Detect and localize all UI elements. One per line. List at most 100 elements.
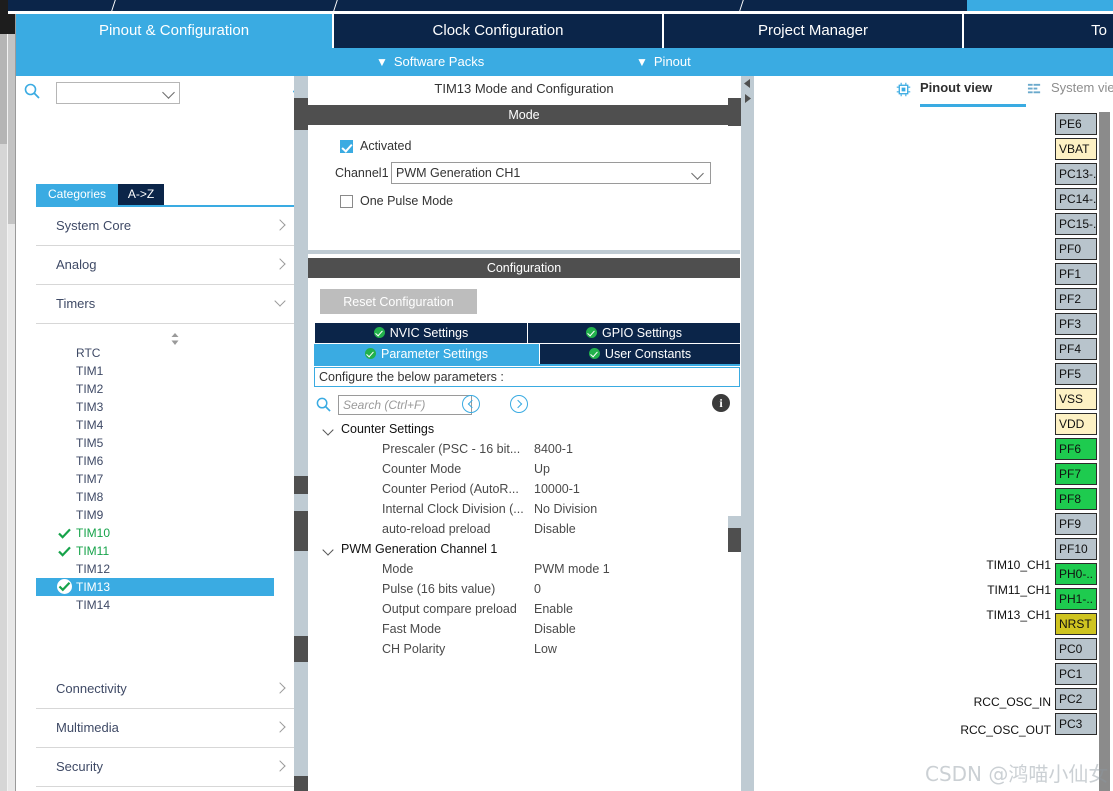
pin-pe6[interactable]: PE6 — [1055, 113, 1097, 135]
sidebar-splitter[interactable] — [294, 76, 308, 791]
sidebar-item-multimedia[interactable]: Multimedia — [36, 709, 294, 748]
parameter-search-input[interactable]: Search (Ctrl+F) — [338, 395, 472, 415]
channel1-label: Channel1 — [335, 166, 389, 180]
sidebar-item-connectivity[interactable]: Connectivity — [36, 670, 294, 709]
previous-match-button[interactable] — [462, 395, 480, 413]
pin-vss[interactable]: VSS — [1055, 388, 1097, 410]
list-item-tim5[interactable]: TIM5 — [36, 434, 294, 452]
table-row[interactable]: Prescaler (PSC - 16 bit... 8400-1 — [314, 440, 740, 460]
tab-pinout-view[interactable]: Pinout view — [896, 80, 1026, 107]
configuration-section-header: Configuration — [308, 258, 740, 278]
pin-pf3[interactable]: PF3 — [1055, 313, 1097, 335]
pin-pc0[interactable]: PC0 — [1055, 638, 1097, 660]
list-item-tim8[interactable]: TIM8 — [36, 488, 294, 506]
param-group-pwm-generation-channel-1[interactable]: PWM Generation Channel 1 — [314, 540, 740, 560]
next-match-button[interactable] — [510, 395, 528, 413]
tab-label: User Constants — [604, 347, 692, 361]
pin-pf8[interactable]: PF8 — [1055, 488, 1097, 510]
pin-pc3[interactable]: PC3 — [1055, 713, 1097, 735]
list-item-tim10[interactable]: TIM10 — [36, 524, 294, 542]
pin-pf0[interactable]: PF0 — [1055, 238, 1097, 260]
pin-pc2[interactable]: PC2 — [1055, 688, 1097, 710]
pin-pc15[interactable]: PC15-.. — [1055, 213, 1097, 235]
sidebar-item-security[interactable]: Security — [36, 748, 294, 787]
pin-vdd[interactable]: VDD — [1055, 413, 1097, 435]
pin-pf1[interactable]: PF1 — [1055, 263, 1097, 285]
table-row[interactable]: Counter Period (AutoR... 10000-1 — [314, 480, 740, 500]
timer-label: TIM1 — [76, 364, 104, 378]
list-item-tim9[interactable]: TIM9 — [36, 506, 294, 524]
tab-gpio-settings[interactable]: GPIO Settings — [527, 323, 740, 343]
search-input[interactable] — [56, 82, 180, 104]
parameter-search-row: Search (Ctrl+F) i — [314, 392, 740, 420]
table-row[interactable]: Pulse (16 bits value) 0 — [314, 580, 740, 600]
list-item-rtc[interactable]: RTC — [36, 344, 294, 362]
sidebar-tab-a-to-z[interactable]: A->Z — [118, 184, 164, 205]
tab-project-manager[interactable]: Project Manager — [662, 14, 962, 48]
center-splitter[interactable] — [728, 76, 754, 791]
list-item-tim2[interactable]: TIM2 — [36, 380, 294, 398]
pin-vbat[interactable]: VBAT — [1055, 138, 1097, 160]
timer-label: TIM7 — [76, 472, 104, 486]
pin-pc1[interactable]: PC1 — [1055, 663, 1097, 685]
param-group-counter-settings[interactable]: Counter Settings — [314, 420, 740, 440]
activated-checkbox[interactable] — [340, 140, 353, 153]
tab-nvic-settings[interactable]: NVIC Settings — [314, 323, 527, 343]
list-item-tim12[interactable]: TIM12 — [36, 560, 294, 578]
list-item-tim6[interactable]: TIM6 — [36, 452, 294, 470]
list-item-tim3[interactable]: TIM3 — [36, 398, 294, 416]
tab-parameter-settings[interactable]: Parameter Settings — [314, 344, 539, 364]
sidebar-item-timers[interactable]: Timers — [36, 285, 294, 324]
pin-pf7[interactable]: PF7 — [1055, 463, 1097, 485]
one-pulse-mode-checkbox[interactable] — [340, 195, 353, 208]
pin-pf5[interactable]: PF5 — [1055, 363, 1097, 385]
list-item-tim7[interactable]: TIM7 — [36, 470, 294, 488]
table-row[interactable]: Counter Mode Up — [314, 460, 740, 480]
tab-pinout-configuration[interactable]: Pinout & Configuration — [16, 14, 332, 48]
table-row[interactable]: CH Polarity Low — [314, 640, 740, 660]
list-item-tim11[interactable]: TIM11 — [36, 542, 294, 560]
reset-configuration-button[interactable]: Reset Configuration — [320, 289, 477, 314]
info-icon[interactable]: i — [712, 394, 730, 412]
table-row[interactable]: Internal Clock Division (... No Division — [314, 500, 740, 520]
tab-system-view[interactable]: System view — [1027, 80, 1113, 102]
pin-ph0[interactable]: PH0-.. — [1055, 563, 1097, 585]
chevron-right-icon — [274, 258, 286, 270]
list-item-tim4[interactable]: TIM4 — [36, 416, 294, 434]
tab-clock-configuration[interactable]: Clock Configuration — [332, 14, 662, 48]
ribbon-pinout[interactable]: ▼ Pinout — [636, 48, 691, 76]
collapse-right-icon[interactable] — [742, 93, 753, 104]
ribbon-software-packs[interactable]: ▼ Software Packs — [376, 48, 484, 76]
pin-pf9[interactable]: PF9 — [1055, 513, 1097, 535]
table-row[interactable]: auto-reload preload Disable — [314, 520, 740, 540]
tab-user-constants[interactable]: User Constants — [539, 344, 740, 364]
pin-pf2[interactable]: PF2 — [1055, 288, 1097, 310]
table-row[interactable]: Fast Mode Disable — [314, 620, 740, 640]
sidebar-item-analog[interactable]: Analog — [36, 246, 294, 285]
tab-tools[interactable]: To — [962, 14, 1113, 48]
list-item-tim14[interactable]: TIM14 — [36, 596, 294, 614]
pin-pc13[interactable]: PC13-.. — [1055, 163, 1097, 185]
pin-pf4[interactable]: PF4 — [1055, 338, 1097, 360]
list-item-tim13[interactable]: TIM13 — [36, 578, 274, 596]
pin-pf10[interactable]: PF10 — [1055, 538, 1097, 560]
pin-pf6[interactable]: PF6 — [1055, 438, 1097, 460]
sidebar-tab-categories[interactable]: Categories — [36, 184, 118, 205]
sidebar-item-system-core[interactable]: System Core — [36, 207, 294, 246]
list-item-tim1[interactable]: TIM1 — [36, 362, 294, 380]
pin-signal-tim11-ch1: TIM11_CH1 — [987, 583, 1051, 597]
pin-nrst[interactable]: NRST — [1055, 613, 1097, 635]
pin-ph1[interactable]: PH1-.. — [1055, 588, 1097, 610]
pin-pc14[interactable]: PC14-.. — [1055, 188, 1097, 210]
collapse-left-icon[interactable] — [742, 78, 753, 89]
category-list-top: System Core Analog Timers — [36, 207, 294, 324]
config-tabs-underline — [314, 364, 740, 366]
channel1-select[interactable]: PWM Generation CH1 — [391, 162, 711, 184]
sidebar-item-computing[interactable]: Computing — [36, 787, 294, 791]
search-icon — [24, 83, 40, 99]
tab-label: Clock Configuration — [432, 22, 564, 39]
table-row[interactable]: Output compare preload Enable — [314, 600, 740, 620]
categories-sidebar: Categories A->Z System Core Analog Timer… — [16, 76, 294, 791]
table-row[interactable]: Mode PWM mode 1 — [314, 560, 740, 580]
window-left-scrollbars[interactable] — [0, 14, 16, 791]
